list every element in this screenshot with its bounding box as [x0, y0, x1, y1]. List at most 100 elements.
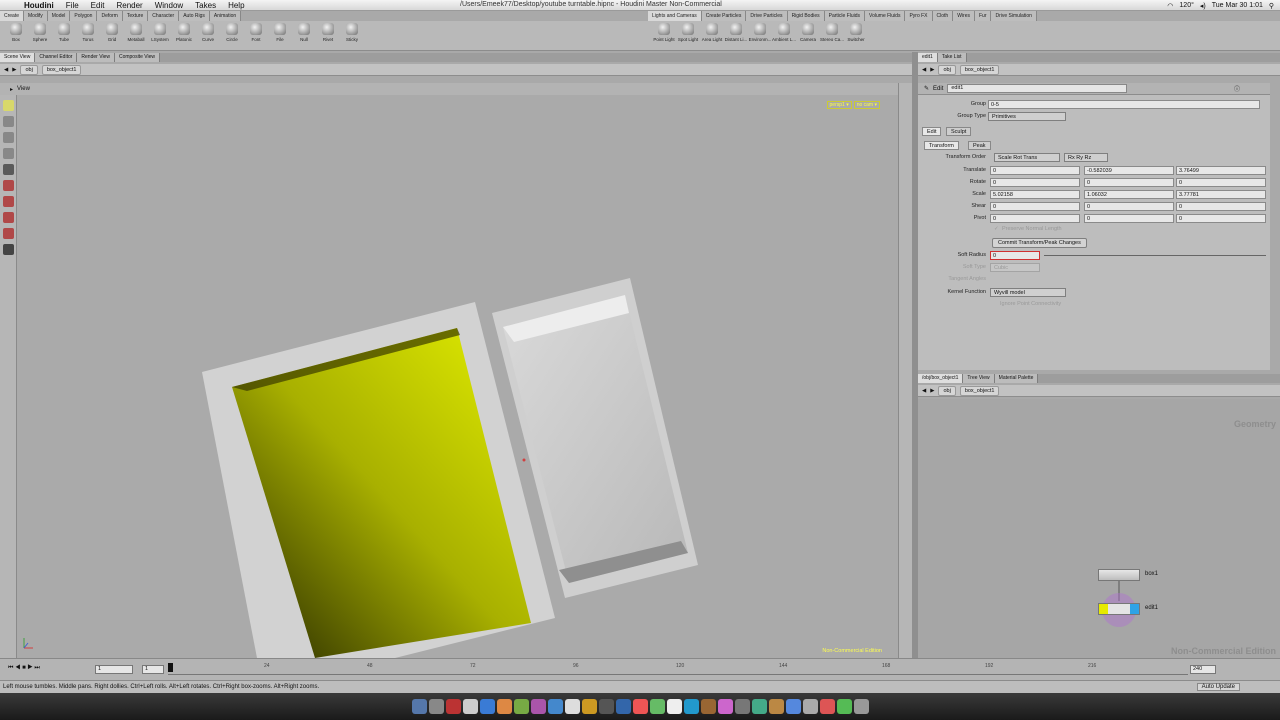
temperature-readout[interactable]: 120°	[1179, 2, 1193, 9]
translate-x[interactable]: 0	[990, 166, 1080, 175]
tab-composite-view[interactable]: Composite View	[114, 53, 160, 62]
app-icon-17[interactable]	[734, 699, 750, 714]
snap-tool-icon[interactable]	[3, 212, 14, 223]
tool-grid[interactable]: Grid	[100, 23, 124, 42]
shelf-tab-texture[interactable]: Texture	[122, 11, 149, 21]
auto-update-menu[interactable]: Auto Update	[1196, 683, 1240, 691]
shelf-tab-create-particles[interactable]: Create Particles	[701, 11, 747, 21]
app-icon-13[interactable]	[666, 699, 682, 714]
shelf-tab-drive-particles[interactable]: Drive Particles	[746, 11, 788, 21]
node-box1[interactable]: box1	[1098, 569, 1158, 581]
tool-environment-light[interactable]: Environm...	[748, 23, 772, 42]
playback-controls[interactable]: ⏮ ◀ ■ ▶ ⏭	[8, 665, 40, 672]
tool-circle[interactable]: Circle	[220, 23, 244, 42]
group-type-menu[interactable]: Primitives	[988, 112, 1066, 121]
app-icon-9[interactable]	[598, 699, 614, 714]
volume-icon[interactable]: ◂)	[1200, 2, 1206, 10]
current-frame-field[interactable]: 1	[95, 665, 133, 674]
shelf-tab-fur[interactable]: Fur	[974, 11, 992, 21]
shelf-tab-character[interactable]: Character	[148, 11, 180, 21]
display-tool-icon[interactable]	[3, 244, 14, 255]
translate-z[interactable]: 3.76499	[1176, 166, 1266, 175]
tab-peak[interactable]: Peak	[968, 141, 991, 150]
app-icon-1[interactable]	[445, 699, 461, 714]
tool-torus[interactable]: Torus	[76, 23, 100, 42]
menu-file[interactable]: File	[60, 1, 85, 10]
preserve-normal-checkbox[interactable]: ✓	[994, 226, 999, 232]
pivot-x[interactable]: 0	[990, 214, 1080, 223]
tool-sticky[interactable]: Sticky	[340, 23, 364, 42]
timeline-ruler[interactable]: 24 48 72 96 120 144 168 192 216	[168, 663, 1188, 675]
menu-window[interactable]: Window	[149, 1, 189, 10]
tab-edit1[interactable]: edit1	[918, 53, 938, 62]
shelf-tab-wires[interactable]: Wires	[953, 11, 975, 21]
app-icon-22[interactable]	[819, 699, 835, 714]
tab-tree-view[interactable]: Tree View	[963, 374, 995, 383]
scale-y[interactable]: 1.06032	[1084, 190, 1174, 199]
node-edit1[interactable]: edit1	[1098, 603, 1158, 615]
shelf-tab-modify[interactable]: Modify	[24, 11, 48, 21]
app-icon-16[interactable]	[717, 699, 733, 714]
translate-y[interactable]: -0.582039	[1084, 166, 1174, 175]
pose-tool-icon[interactable]	[3, 196, 14, 207]
network-editor[interactable]: Geometry box1 edit1 Non-Commercial Editi…	[918, 399, 1280, 658]
rotate-y[interactable]: 0	[1084, 178, 1174, 187]
paint-tool-icon[interactable]	[3, 228, 14, 239]
trash-icon[interactable]	[853, 699, 869, 714]
kernel-function-menu[interactable]: Wyvill model	[990, 288, 1066, 297]
app-icon-11[interactable]	[632, 699, 648, 714]
tab-render-view[interactable]: Render View	[77, 53, 115, 62]
tool-tube[interactable]: Tube	[52, 23, 76, 42]
tool-platonic[interactable]: Platonic	[172, 23, 196, 42]
shelf-tab-volume-fluids[interactable]: Volume Fluids	[865, 11, 906, 21]
soft-radius-slider[interactable]	[1044, 255, 1266, 256]
tool-font[interactable]: Font	[244, 23, 268, 42]
app-icon-6[interactable]	[530, 699, 546, 714]
forward-icon[interactable]: ▶	[12, 67, 16, 73]
back-icon[interactable]: ◀	[922, 388, 926, 394]
app-icon-7[interactable]	[547, 699, 563, 714]
persp-camera-menu[interactable]: persp1 ▾	[826, 101, 852, 109]
app-icon-21[interactable]	[802, 699, 818, 714]
tool-file[interactable]: File	[268, 23, 292, 42]
rotate-tool-icon[interactable]	[3, 132, 14, 143]
path-crumb-node[interactable]: box_object1	[41, 64, 82, 75]
shelf-tab-animation[interactable]: Animation	[209, 11, 242, 21]
app-icon-5[interactable]	[513, 699, 529, 714]
end-frame-field[interactable]: 240	[1190, 665, 1216, 674]
handle-tool-icon[interactable]	[3, 180, 14, 191]
soft-type-menu[interactable]: Cubic	[990, 263, 1040, 272]
system-icon[interactable]	[428, 699, 444, 714]
path-crumb-obj[interactable]: obj	[938, 64, 956, 75]
tab-material-palette[interactable]: Material Palette	[994, 374, 1039, 383]
shelf-tab-deform[interactable]: Deform	[97, 11, 123, 21]
tool-ambient-light[interactable]: Ambient L...	[772, 23, 796, 42]
tool-point-light[interactable]: Point Light	[652, 23, 676, 42]
shear-y[interactable]: 0	[1084, 202, 1174, 211]
pivot-z[interactable]: 0	[1176, 214, 1266, 223]
tool-null[interactable]: Null	[292, 23, 316, 42]
menu-render[interactable]: Render	[110, 1, 148, 10]
scale-x[interactable]: 5.02158	[990, 190, 1080, 199]
shelf-tab-model[interactable]: Model	[47, 11, 71, 21]
rotate-z[interactable]: 0	[1176, 178, 1266, 187]
tab-channel-editor[interactable]: Channel Editor	[35, 53, 78, 62]
shear-x[interactable]: 0	[990, 202, 1080, 211]
path-crumb-obj[interactable]: obj	[938, 385, 956, 396]
tool-switcher[interactable]: Switcher	[844, 23, 868, 42]
rotation-order-menu[interactable]: Rx Ry Rz	[1064, 153, 1108, 162]
tab-edit[interactable]: Edit	[922, 127, 942, 136]
forward-icon[interactable]: ▶	[930, 388, 934, 394]
tool-camera[interactable]: Camera	[796, 23, 820, 42]
scale-z[interactable]: 3.77781	[1176, 190, 1266, 199]
pivot-y[interactable]: 0	[1084, 214, 1174, 223]
menu-edit[interactable]: Edit	[85, 1, 111, 10]
tool-box[interactable]: Box	[4, 23, 28, 42]
app-icon-18[interactable]	[751, 699, 767, 714]
commit-changes-button[interactable]: Commit Transform/Peak Changes	[992, 238, 1087, 248]
tab-scene-view[interactable]: Scene View	[0, 53, 36, 62]
view-tool-icon[interactable]	[3, 164, 14, 175]
no-cam-menu[interactable]: no cam ▾	[853, 101, 880, 109]
tab-transform[interactable]: Transform	[924, 141, 959, 150]
shelf-tab-create[interactable]: Create	[0, 11, 25, 21]
